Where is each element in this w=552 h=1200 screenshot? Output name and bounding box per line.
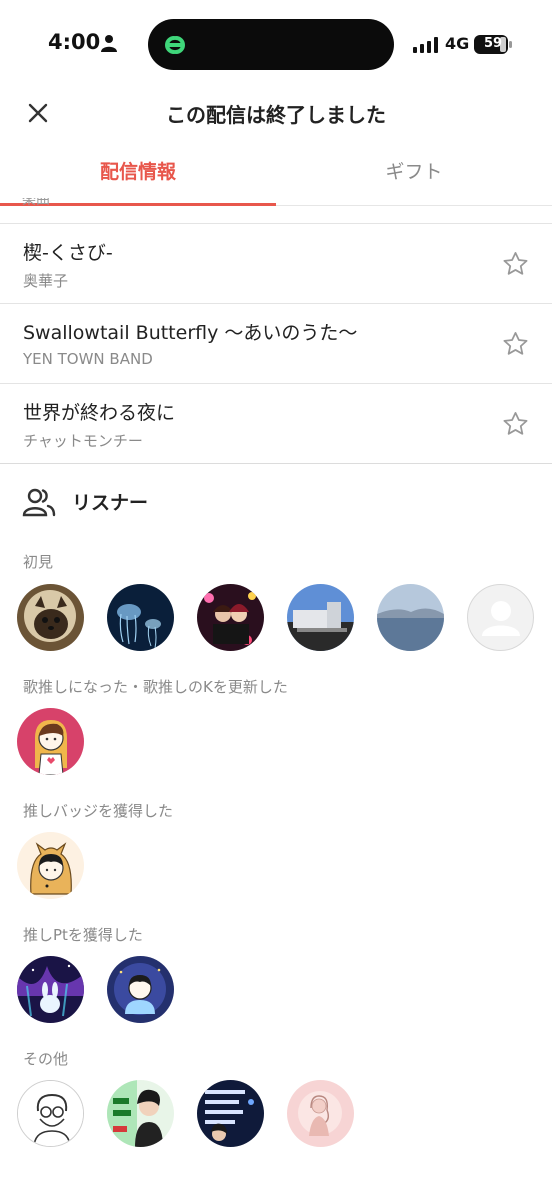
avatar[interactable]: [17, 1080, 84, 1147]
song-artist: チャットモンチー: [23, 432, 143, 450]
network-type: 4G: [445, 34, 470, 53]
app-link-icon: [165, 36, 185, 54]
section-label-points: 推しPtを獲得した: [23, 926, 143, 944]
status-bar: 4:00 4G 59: [0, 0, 552, 88]
avatar[interactable]: [17, 956, 84, 1023]
avatar[interactable]: [197, 1080, 264, 1147]
section-label-badge: 推しバッジを獲得した: [23, 802, 174, 820]
clock: 4:00: [48, 30, 101, 54]
section-label-others: その他: [23, 1050, 69, 1068]
avatar[interactable]: [107, 1080, 174, 1147]
song-row[interactable]: Swallowtail Butterfly ～あいのうた～ YEN TOWN B…: [0, 304, 552, 384]
song-row[interactable]: 世界が終わる夜に チャットモンチー: [0, 384, 552, 464]
listeners-title: リスナー: [72, 492, 149, 514]
song-artist: 奥華子: [23, 272, 69, 290]
avatar[interactable]: [17, 708, 84, 775]
avatar[interactable]: [197, 584, 264, 651]
avatar[interactable]: [107, 584, 174, 651]
section-label-first-time: 初見: [23, 553, 54, 571]
song-title: 楔-くさび-: [23, 242, 113, 264]
avatar[interactable]: [17, 584, 84, 651]
avatar[interactable]: [17, 832, 84, 899]
people-icon: [22, 488, 56, 517]
default-user-icon: [482, 601, 520, 636]
battery-level: 59: [483, 36, 503, 51]
avatar-placeholder[interactable]: [467, 584, 534, 651]
tab-gift[interactable]: ギフト: [276, 148, 552, 206]
avatar[interactable]: [377, 584, 444, 651]
section-label-song-fan: 歌推しになった・歌推しのKを更新した: [23, 678, 288, 696]
signal-icon: [413, 37, 438, 53]
song-title: Swallowtail Butterfly ～あいのうた～: [23, 322, 358, 344]
song-artist: YEN TOWN BAND: [23, 350, 153, 368]
divider: [0, 463, 552, 464]
avatar[interactable]: [107, 956, 174, 1023]
avatar[interactable]: [287, 1080, 354, 1147]
star-icon[interactable]: [501, 250, 530, 278]
star-icon[interactable]: [501, 330, 530, 358]
tab-bar: 配信情報 ギフト: [0, 148, 552, 206]
person-icon: [101, 35, 117, 52]
song-title: 世界が終わる夜に: [23, 402, 176, 424]
page-title: この配信は終了しました: [166, 103, 386, 127]
songs-heading-partial: 楽曲: [22, 198, 50, 207]
song-row[interactable]: 楔-くさび- 奥華子: [0, 224, 552, 304]
avatar[interactable]: [287, 584, 354, 651]
star-icon[interactable]: [501, 410, 530, 438]
